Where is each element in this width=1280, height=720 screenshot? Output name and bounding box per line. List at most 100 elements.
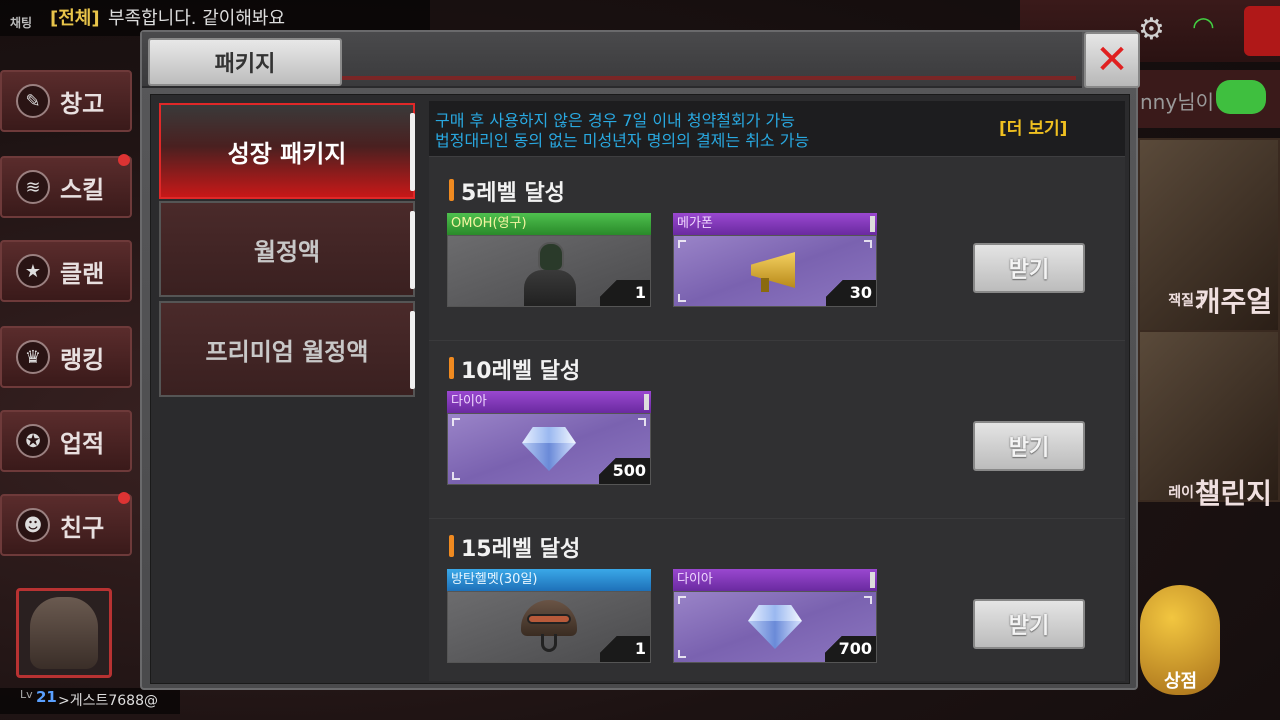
menu-label: 창고 xyxy=(60,89,105,118)
level-marker xyxy=(449,535,454,557)
level-5-section: 5레벨 달성 OMOH(영구) 1 메가폰 30 받기 xyxy=(429,165,1125,341)
reward-name: 다이아 xyxy=(447,391,651,413)
reward-box: 1 xyxy=(447,235,651,307)
reward-name: OMOH(영구) xyxy=(447,213,651,235)
friends-icon: ☻ xyxy=(16,508,50,542)
chat-channel: [전체] xyxy=(50,8,100,29)
modal-title: 패키지 xyxy=(214,52,276,77)
modal-title-tab: 패키지 xyxy=(148,38,342,86)
skill-icon: ≋ xyxy=(16,170,50,204)
menu-label: 랭킹 xyxy=(60,345,105,374)
diamond-icon xyxy=(748,605,802,649)
claim-button[interactable]: 받기 xyxy=(973,243,1085,293)
reward-item[interactable]: 방탄헬멧(30일) 1 xyxy=(447,569,651,663)
level-10-section: 10레벨 달성 다이아 500 받기 xyxy=(429,343,1125,519)
soldier-icon xyxy=(520,242,578,306)
reward-box: 30 xyxy=(673,235,877,307)
reward-quantity: 500 xyxy=(598,458,650,484)
menu-item-friends[interactable]: ☻ 친구 xyxy=(0,492,132,556)
tab-label: 프리미엄 월정액 xyxy=(205,337,369,366)
avatar[interactable] xyxy=(16,588,112,678)
menu-item-achievement[interactable]: ✪ 업적 xyxy=(0,410,132,472)
level-15-section: 15레벨 달성 방탄헬멧(30일) 1 다이아 700 받기 xyxy=(429,521,1125,697)
purchase-notice: 구매 후 사용하지 않은 경우 7일 이내 청약철회가 가능 법정대리인 동의 … xyxy=(429,101,1125,157)
ranking-icon: ♛ xyxy=(16,340,50,374)
menu-item-skill[interactable]: ≋ 스킬 xyxy=(0,154,132,218)
close-icon: ✕ xyxy=(1095,37,1129,83)
modal-body: 성장 패키지 월정액 프리미엄 월정액 구매 후 사용하지 않은 경우 7일 이… xyxy=(150,94,1130,684)
warehouse-icon: ✎ xyxy=(16,84,50,118)
tab-premium-monthly[interactable]: 프리미엄 월정액 xyxy=(159,301,415,397)
more-link[interactable]: [더 보기] xyxy=(999,114,1067,139)
player-info-bar: Lv 21 >게스트7688@ xyxy=(0,688,180,714)
gear-icon[interactable]: ⚙ xyxy=(1138,12,1165,47)
helmet-icon xyxy=(521,600,577,654)
challenge-mode-card[interactable]: 레이 | 챌린지 xyxy=(1138,330,1280,510)
shop-label: 상점 xyxy=(1164,671,1198,692)
gamepad-icon[interactable] xyxy=(1216,80,1266,114)
reward-quantity: 1 xyxy=(600,280,650,306)
menu-label: 스킬 xyxy=(60,175,105,204)
tab-monthly[interactable]: 월정액 xyxy=(159,201,415,297)
reward-box: 1 xyxy=(447,591,651,663)
level-title: 10레벨 달성 xyxy=(461,359,581,384)
package-content: 구매 후 사용하지 않은 경우 7일 이내 청약철회가 가능 법정대리인 동의 … xyxy=(429,101,1125,681)
claim-label: 받기 xyxy=(1008,614,1050,639)
tab-edge xyxy=(410,113,415,191)
reward-box: 700 xyxy=(673,591,877,663)
reward-item[interactable]: 다이아 500 xyxy=(447,391,651,485)
menu-item-ranking[interactable]: ♛ 랭킹 xyxy=(0,326,132,388)
diamond-icon xyxy=(522,427,576,471)
menu-label: 업적 xyxy=(60,429,105,458)
level-title: 15레벨 달성 xyxy=(461,537,581,562)
menu-label: 친구 xyxy=(60,513,105,542)
notice-line-2: 법정대리인 동의 없는 미성년자 명의의 결제는 취소 가능 xyxy=(435,131,810,150)
reward-name: 메가폰 xyxy=(673,213,877,235)
notification-dot xyxy=(118,154,130,166)
level-value: 21 xyxy=(36,688,57,706)
reward-item[interactable]: 다이아 700 xyxy=(673,569,877,663)
close-button[interactable]: ✕ xyxy=(1084,32,1140,88)
achievement-icon: ✪ xyxy=(16,424,50,458)
challenge-label: 챌린지 xyxy=(1194,477,1272,510)
tab-growth-package[interactable]: 성장 패키지 xyxy=(159,103,415,199)
chat-message: 부족합니다. 같이해봐요 xyxy=(108,8,286,29)
shop-button[interactable]: 상점 xyxy=(1140,585,1220,695)
level-title: 5레벨 달성 xyxy=(461,181,565,206)
level-label: Lv xyxy=(20,688,33,701)
reward-item[interactable]: OMOH(영구) 1 xyxy=(447,213,651,307)
casual-label: 캐주얼 xyxy=(1194,285,1272,318)
modal-titlebar: 패키지 xyxy=(142,32,1082,88)
username-text: nny님이 xyxy=(1140,90,1214,114)
casual-mode-card[interactable]: 잭질 | 캐주얼 xyxy=(1138,138,1280,334)
reward-box: 500 xyxy=(447,413,651,485)
package-modal: 패키지 ✕ 성장 패키지 월정액 프리미엄 월정액 구매 후 사용하지 않은 경… xyxy=(140,30,1140,690)
notification-dot xyxy=(118,492,130,504)
tab-edge xyxy=(410,311,415,389)
reward-quantity: 30 xyxy=(826,280,876,306)
reward-quantity: 1 xyxy=(600,636,650,662)
menu-item-warehouse[interactable]: ✎ 창고 xyxy=(0,70,132,132)
avatar-face xyxy=(30,597,98,669)
menu-item-clan[interactable]: ★ 클랜 xyxy=(0,240,132,302)
reward-name: 다이아 xyxy=(673,569,877,591)
claim-label: 받기 xyxy=(1008,436,1050,461)
reward-name: 방탄헬멧(30일) xyxy=(447,569,651,591)
claim-button[interactable]: 받기 xyxy=(973,599,1085,649)
chat-tag: 채팅 xyxy=(10,16,33,30)
megaphone-icon xyxy=(745,248,805,294)
menu-label: 클랜 xyxy=(60,259,105,288)
tab-label: 월정액 xyxy=(253,237,321,266)
reward-quantity: 700 xyxy=(824,636,876,662)
claim-button[interactable]: 받기 xyxy=(973,421,1085,471)
corner-menu-button[interactable] xyxy=(1244,6,1280,56)
claim-label: 받기 xyxy=(1008,258,1050,283)
tab-edge xyxy=(410,211,415,289)
tab-label: 성장 패키지 xyxy=(227,139,347,168)
clan-icon: ★ xyxy=(16,254,50,288)
wifi-icon: ◠ xyxy=(1192,12,1215,42)
player-name: >게스트7688@ xyxy=(58,693,158,709)
reward-item[interactable]: 메가폰 30 xyxy=(673,213,877,307)
level-marker xyxy=(449,179,454,201)
level-marker xyxy=(449,357,454,379)
